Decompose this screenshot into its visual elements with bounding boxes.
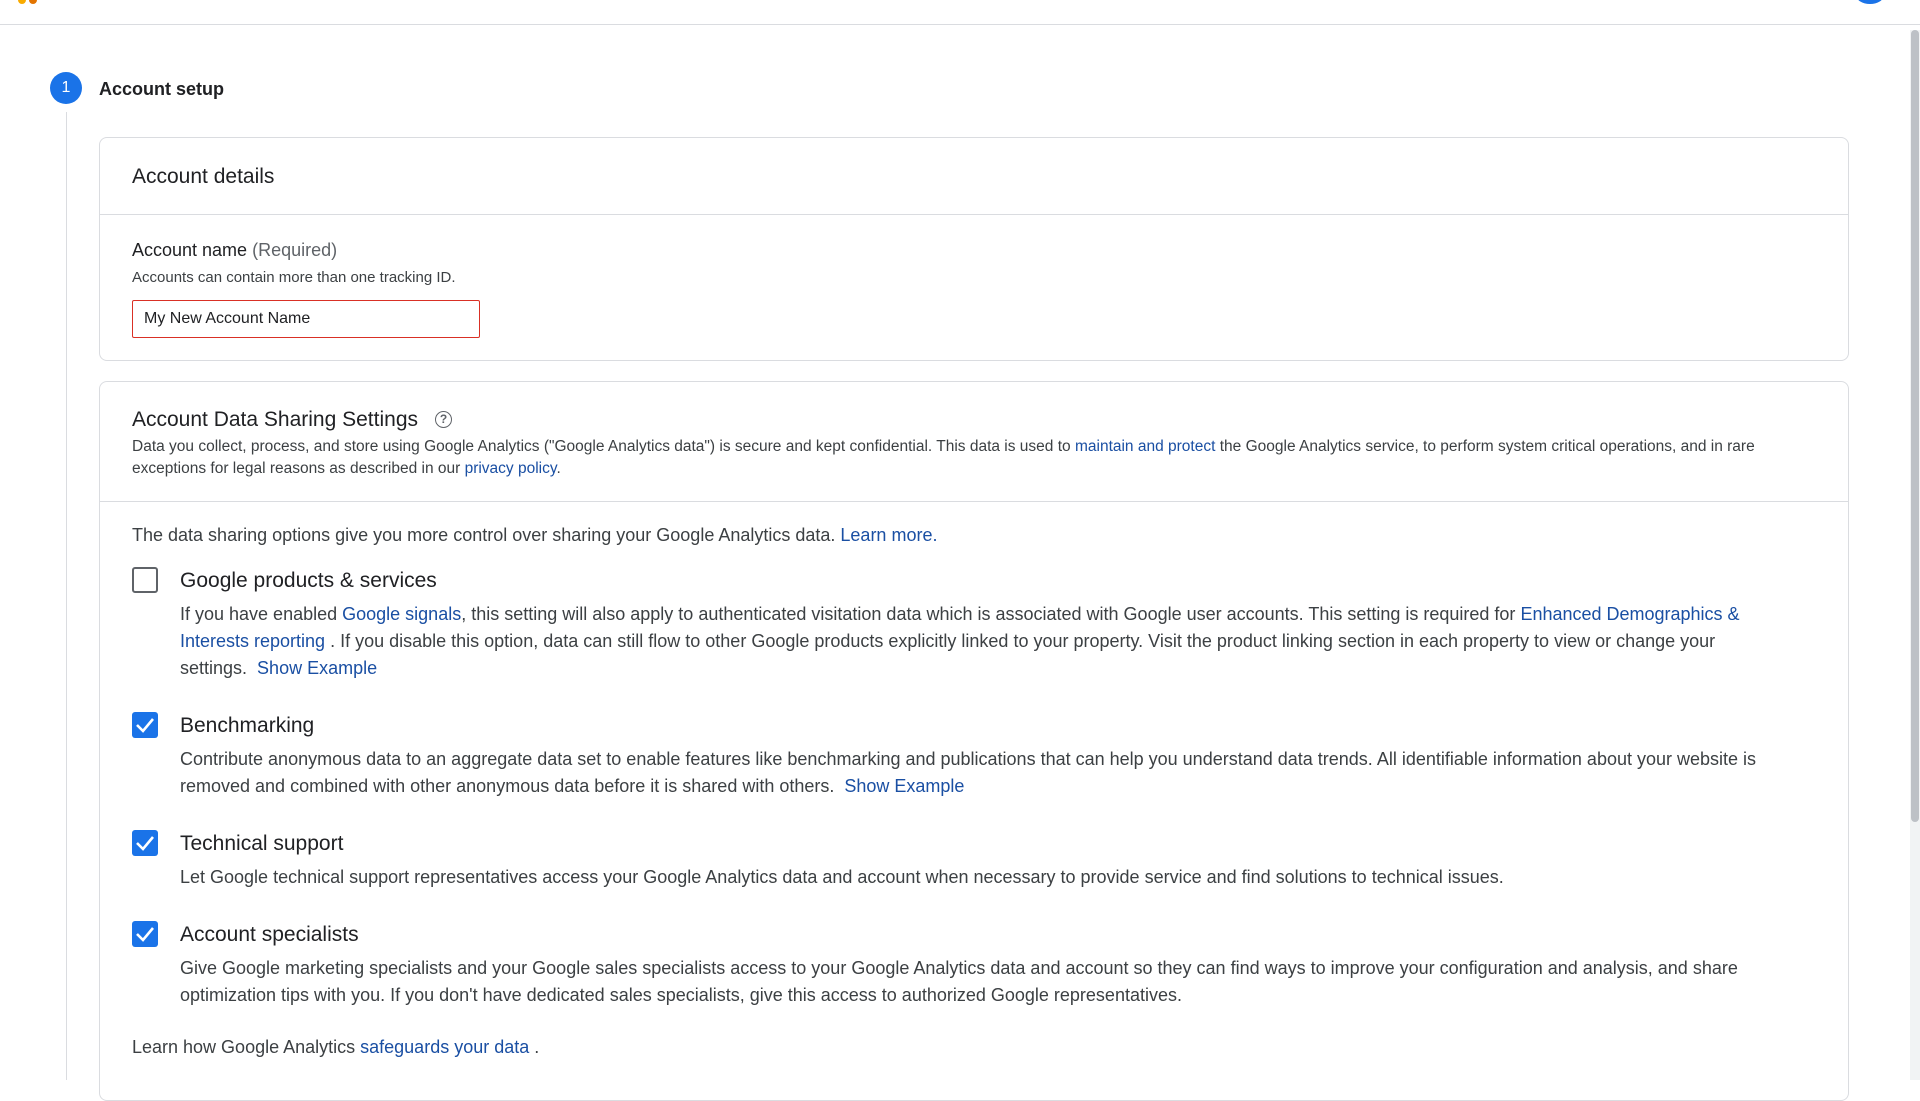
data-sharing-description: Data you collect, process, and store usi… (132, 436, 1822, 480)
account-name-label: Account name (Required) (132, 240, 337, 261)
account-name-input[interactable] (132, 300, 480, 338)
data-sharing-title: Account Data Sharing Settings (132, 408, 419, 431)
footer-text: . (529, 1037, 540, 1057)
card-header: Account details (100, 138, 1848, 215)
desc-text: Data you collect, process, and store usi… (132, 438, 1075, 455)
option-title: Google products & services (180, 569, 437, 592)
top-app-bar (0, 0, 1920, 25)
option-title: Technical support (180, 832, 344, 855)
checkmark-icon (136, 718, 154, 733)
show-example-link[interactable]: Show Example (257, 658, 377, 678)
account-details-card: Account details Account name (Required) … (99, 137, 1849, 361)
maintain-and-protect-link[interactable]: maintain and protect (1075, 438, 1215, 455)
help-circle-icon[interactable]: ? (435, 411, 452, 428)
option-description: If you have enabled Google signals, this… (180, 601, 1810, 682)
scrollbar-thumb[interactable] (1911, 30, 1919, 822)
show-example-link[interactable]: Show Example (844, 776, 964, 796)
google-products-checkbox[interactable] (132, 567, 158, 593)
avatar[interactable] (1856, 0, 1884, 4)
technical-support-checkbox[interactable] (132, 830, 158, 856)
safeguards-text: Learn how Google Analytics safeguards yo… (132, 1037, 539, 1058)
privacy-policy-link[interactable]: privacy policy (465, 460, 557, 477)
learn-more-link[interactable]: Learn more. (840, 525, 937, 545)
google-signals-link[interactable]: Google signals (342, 604, 461, 624)
account-name-help: Accounts can contain more than one track… (132, 269, 456, 286)
option-title: Benchmarking (180, 714, 315, 737)
option-title: Account specialists (180, 923, 359, 946)
account-specialists-checkbox[interactable] (132, 921, 158, 947)
step-connector-line (66, 112, 67, 1080)
footer-text: Learn how Google Analytics (132, 1037, 361, 1057)
desc-text: . (556, 460, 561, 477)
desc-text: . If you disable this option, data can s… (180, 631, 1716, 678)
account-name-label-text: Account name (132, 240, 248, 260)
safeguards-link[interactable]: safeguards your data (360, 1037, 529, 1057)
analytics-logo-icon[interactable] (18, 0, 37, 4)
step-title: Account setup (99, 79, 225, 99)
card-header: Account Data Sharing Settings ? Data you… (100, 382, 1848, 502)
option-description: Contribute anonymous data to an aggregat… (180, 746, 1810, 800)
data-sharing-card: Account Data Sharing Settings ? Data you… (99, 381, 1849, 1101)
step-number-badge: 1 (50, 72, 82, 104)
desc-text: If you have enabled (180, 604, 343, 624)
account-details-title: Account details (132, 165, 275, 188)
desc-text: Contribute anonymous data to an aggregat… (180, 749, 1757, 796)
required-marker: (Required) (252, 240, 338, 260)
checkmark-icon (136, 836, 154, 851)
checkmark-icon (136, 927, 154, 942)
intro-text: The data sharing options give you more c… (132, 525, 841, 545)
desc-text: , this setting will also apply to authen… (461, 604, 1521, 624)
options-intro: The data sharing options give you more c… (132, 525, 937, 546)
benchmarking-checkbox[interactable] (132, 712, 158, 738)
option-description: Give Google marketing specialists and yo… (180, 958, 1738, 1005)
option-description: Let Google technical support representat… (180, 867, 1504, 887)
